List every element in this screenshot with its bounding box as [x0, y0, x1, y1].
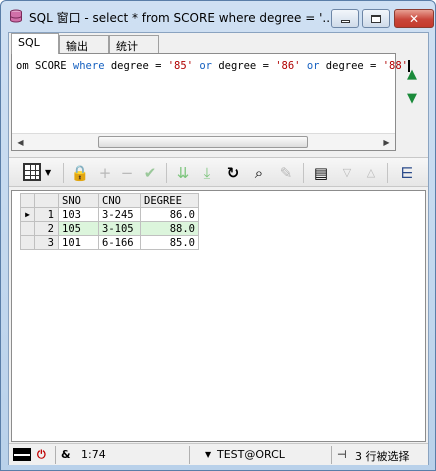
chevron-down-icon[interactable]: ▼ [45, 162, 51, 184]
header-row: SNO CNO DEGREE [20, 193, 199, 208]
clear-filter-icon[interactable]: ✎ [275, 162, 297, 184]
sql-seg: degree = [212, 60, 276, 72]
export-icon[interactable]: ▤ [309, 162, 333, 184]
connection-name[interactable]: TEST@ORCL [217, 448, 285, 461]
scroll-left-icon[interactable]: ◀ [12, 134, 29, 150]
minimize-icon [340, 20, 350, 23]
add-row-icon[interactable]: + [95, 162, 115, 184]
next-statement-icon[interactable]: ▼ [403, 91, 421, 109]
row-number: 2 [34, 221, 59, 236]
scrollbar-thumb[interactable] [98, 136, 308, 148]
database-icon [10, 9, 22, 23]
toolbar-separator [303, 163, 304, 183]
scroll-right-icon[interactable]: ▶ [378, 134, 395, 150]
sql-window: SQL 窗口 - select * from SCORE where degre… [0, 0, 436, 471]
column-header-cno[interactable]: CNO [98, 193, 141, 208]
minimize-button[interactable] [331, 9, 359, 28]
fetch-last-icon[interactable]: ⤓ [196, 162, 218, 184]
sql-keyword: or [193, 60, 212, 72]
delete-row-icon[interactable]: − [117, 162, 137, 184]
toolbar-separator [63, 163, 64, 183]
status-separator [331, 446, 332, 464]
binoculars-icon[interactable]: ⌕ [247, 162, 271, 184]
grid-view-icon[interactable] [23, 163, 41, 181]
sql-keyword: where [72, 60, 105, 72]
cursor-position: 1:74 [81, 448, 106, 461]
sort-down-icon[interactable]: ▽ [337, 162, 357, 184]
result-grid[interactable]: SNO CNO DEGREE ▶ 1 103 3-245 86.0 2 105 … [11, 190, 426, 442]
pin-icon[interactable]: ⊣ [337, 448, 347, 461]
table-row[interactable]: ▶ 1 103 3-245 86.0 [20, 207, 199, 222]
refresh-icon[interactable]: ↻ [223, 162, 243, 184]
connection-dropdown-icon[interactable]: ▼ [205, 450, 211, 459]
tab-strip: SQL 输出 统计 [9, 33, 428, 54]
title-bar[interactable]: SQL 窗口 - select * from SCORE where degre… [1, 1, 435, 31]
row-indicator [20, 221, 35, 236]
post-changes-icon[interactable]: ✔ [139, 162, 161, 184]
cell-degree[interactable]: 85.0 [140, 235, 199, 250]
cell-cno[interactable]: 3-105 [98, 221, 141, 236]
close-button[interactable]: ✕ [394, 9, 434, 28]
cell-degree[interactable]: 88.0 [140, 221, 199, 236]
sql-seg: om SCORE [16, 60, 73, 72]
status-separator [189, 446, 190, 464]
tab-output[interactable]: 输出 [59, 35, 109, 53]
sql-text[interactable]: om SCORE where degree = '85' or degree =… [16, 60, 410, 72]
rows-selected-status: 3 行被选择 [355, 450, 410, 463]
cell-degree[interactable]: 86.0 [140, 207, 199, 222]
client-area: SQL 输出 统计 om SCORE where degree = '85' o… [8, 32, 429, 465]
column-header-sno[interactable]: SNO [58, 193, 99, 208]
window-title: SQL 窗口 - select * from SCORE where degre… [29, 11, 329, 25]
current-row-icon: ▶ [20, 207, 35, 222]
sql-seg: degree = [104, 60, 168, 72]
status-separator [55, 446, 56, 464]
flag-icon[interactable] [13, 448, 31, 461]
cell-cno[interactable]: 3-245 [98, 207, 141, 222]
column-header-degree[interactable]: DEGREE [140, 193, 199, 208]
query-plan-icon[interactable]: ⋿ [395, 162, 419, 184]
toolbar-separator [166, 163, 167, 183]
cell-cno[interactable]: 6-166 [98, 235, 141, 250]
row-number: 3 [34, 235, 59, 250]
cell-sno[interactable]: 105 [58, 221, 99, 236]
maximize-icon [371, 14, 381, 23]
table-row[interactable]: 3 101 6-166 85.0 [20, 235, 199, 250]
tab-statistics[interactable]: 统计 [109, 35, 159, 53]
sort-up-icon[interactable]: △ [361, 162, 381, 184]
cell-sno[interactable]: 103 [58, 207, 99, 222]
fetch-next-icon[interactable]: ⇊ [172, 162, 194, 184]
sql-keyword: or [300, 60, 320, 72]
grid-toolbar: ▼ 🔒 + − ✔ ⇊ ⤓ ↻ ⌕ ✎ ▤ ▽ △ ⋿ [9, 157, 428, 187]
cell-sno[interactable]: 101 [58, 235, 99, 250]
maximize-button[interactable] [362, 9, 390, 28]
previous-statement-icon[interactable]: ▲ [403, 67, 421, 85]
substitution-icon[interactable]: & [61, 448, 71, 461]
result-table: SNO CNO DEGREE ▶ 1 103 3-245 86.0 2 105 … [20, 193, 199, 250]
toolbar-separator [387, 163, 388, 183]
stop-icon[interactable]: ⏻ [37, 448, 46, 462]
close-icon: ✕ [408, 11, 420, 26]
sql-editor[interactable]: om SCORE where degree = '85' or degree =… [11, 53, 410, 151]
tab-sql[interactable]: SQL [11, 33, 59, 54]
table-row[interactable]: 2 105 3-105 88.0 [20, 221, 199, 236]
indicator-header [20, 193, 35, 208]
lock-icon[interactable]: 🔒 [69, 162, 91, 184]
row-indicator [20, 235, 35, 250]
row-number: 1 [34, 207, 59, 222]
sql-seg: degree = [319, 60, 383, 72]
sql-string: '86' [275, 60, 301, 72]
status-bar: ⏻ & 1:74 ▼ TEST@ORCL ⊣ 3 行被选择 [9, 443, 428, 465]
horizontal-scrollbar[interactable]: ◀ ▶ [12, 133, 395, 150]
rownum-header [34, 193, 59, 208]
sql-string: '85' [167, 60, 194, 72]
